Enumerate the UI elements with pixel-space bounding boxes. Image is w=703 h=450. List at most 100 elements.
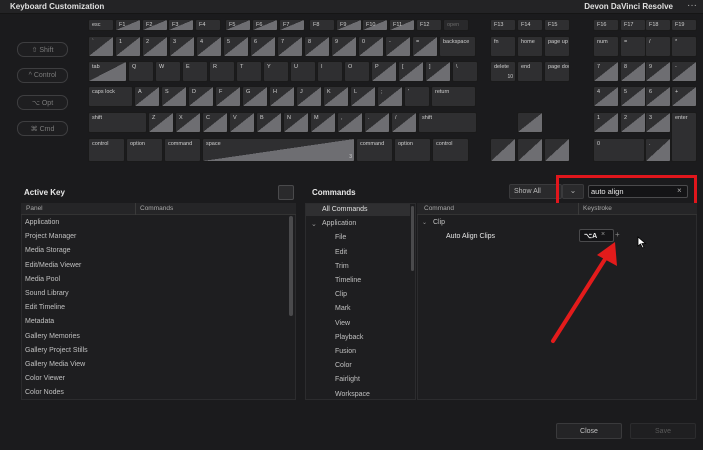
group-chevron-icon[interactable]: ⌄ [422, 219, 427, 226]
key-caps-lock[interactable]: caps lock [88, 86, 133, 107]
key-2[interactable]: 2 [142, 36, 168, 57]
key-symperiod[interactable]: . [364, 112, 390, 133]
key-5[interactable]: 5 [223, 36, 249, 57]
key-num-2-r3[interactable]: 2 [620, 112, 646, 133]
key-delete[interactable]: delete 10 [490, 61, 516, 82]
key-t[interactable]: T [236, 61, 262, 82]
key-p[interactable]: P [371, 61, 397, 82]
more-options-icon[interactable]: ··· [687, 0, 697, 11]
key-page-up[interactable]: page up [544, 36, 570, 57]
key-tab[interactable]: tab [88, 61, 127, 82]
keystroke-column-header[interactable]: Keystroke [583, 205, 612, 212]
tree-item-fairlight[interactable]: Fairlight [335, 376, 360, 383]
key-fn[interactable]: fn [490, 36, 516, 57]
panel-item-project-manager[interactable]: Project Manager [25, 233, 76, 240]
key-0[interactable]: 0 [358, 36, 384, 57]
tree-item-file[interactable]: File [335, 234, 346, 241]
key-c[interactable]: C [202, 112, 228, 133]
key-num-5-r2[interactable]: 5 [620, 86, 646, 107]
commands-column-header[interactable]: Commands [140, 205, 173, 212]
key-e[interactable]: E [182, 61, 208, 82]
preset-dropdown[interactable]: Devon DaVinci Resolve [584, 2, 673, 11]
key-f16[interactable]: F16 [593, 19, 619, 31]
panel-item-media-storage[interactable]: Media Storage [25, 247, 71, 254]
tree-item-all-commands[interactable]: All Commands [322, 206, 368, 213]
tree-item-view[interactable]: View [335, 320, 350, 327]
command-modifier-button[interactable]: ⌘ Cmd [17, 121, 68, 136]
key-sym[interactable]: - [385, 36, 411, 57]
panel-item-metadata[interactable]: Metadata [25, 318, 54, 325]
panel-column-header[interactable]: Panel [26, 205, 43, 212]
key-num-4-r2[interactable]: 4 [593, 86, 619, 107]
key-f10[interactable]: F10 [362, 19, 388, 31]
key-symcomma[interactable]: , [337, 112, 363, 133]
panel-item-gallery-project-stills[interactable]: Gallery Project Stills [25, 347, 88, 354]
key-esc[interactable]: esc [88, 19, 114, 31]
key-v[interactable]: V [229, 112, 255, 133]
key-q[interactable]: Q [128, 61, 154, 82]
key-arrow-right[interactable] [544, 138, 570, 162]
key-z[interactable]: Z [148, 112, 174, 133]
key-num-0[interactable]: 0 [593, 138, 645, 162]
tree-item-workspace[interactable]: Workspace [335, 391, 370, 398]
key-f3[interactable]: F3 [168, 19, 194, 31]
control-modifier-button[interactable]: ^ Control [17, 68, 68, 83]
key-o[interactable]: O [344, 61, 370, 82]
shift-modifier-button[interactable]: ⇧ Shift [17, 42, 68, 57]
key-f19[interactable]: F19 [671, 19, 697, 31]
key-u[interactable]: U [290, 61, 316, 82]
key-num-6-r2[interactable]: 6 [645, 86, 671, 107]
key-symslash[interactable]: / [391, 112, 417, 133]
key-l[interactable]: L [350, 86, 376, 107]
tree-item-fusion[interactable]: Fusion [335, 348, 356, 355]
key-num-enter[interactable]: enter [671, 112, 697, 162]
key-f11[interactable]: F11 [389, 19, 415, 31]
key-s[interactable]: S [161, 86, 187, 107]
key-b[interactable]: B [256, 112, 282, 133]
key-g[interactable]: G [242, 86, 268, 107]
key-r[interactable]: R [209, 61, 235, 82]
key-f14[interactable]: F14 [517, 19, 543, 31]
key-option-bottom-1[interactable]: option [126, 138, 163, 162]
key-1[interactable]: 1 [115, 36, 141, 57]
key-arrow-up[interactable] [517, 112, 543, 133]
panel-item-color-viewer[interactable]: Color Viewer [25, 375, 65, 382]
key-sym[interactable]: ; [377, 86, 403, 107]
key-f[interactable]: F [215, 86, 241, 107]
key-a[interactable]: A [134, 86, 160, 107]
key-f13[interactable]: F13 [490, 19, 516, 31]
panel-item-application[interactable]: Application [25, 219, 59, 226]
key-symbackslash[interactable]: \ [452, 61, 478, 82]
key-command-bottom-4[interactable]: command [356, 138, 393, 162]
key-option-bottom-5[interactable]: option [394, 138, 431, 162]
panel-item-edit-media-viewer[interactable]: Edit/Media Viewer [25, 262, 81, 269]
tree-item-clip[interactable]: Clip [335, 291, 347, 298]
active-key-scrollbar[interactable] [289, 216, 293, 316]
key-home[interactable]: home [517, 36, 543, 57]
key-f5[interactable]: F5 [225, 19, 251, 31]
tree-expand-chevron-icon[interactable]: ⌄ [311, 220, 317, 228]
key-f9[interactable]: F9 [336, 19, 362, 31]
tree-item-color[interactable]: Color [335, 362, 352, 369]
close-button[interactable]: Close [556, 423, 622, 439]
key-shift[interactable]: shift [418, 112, 477, 133]
tree-item-playback[interactable]: Playback [335, 334, 363, 341]
key-f15[interactable]: F15 [544, 19, 570, 31]
key-w[interactable]: W [155, 61, 181, 82]
key-backspace[interactable]: backspace [439, 36, 476, 57]
key-arrow-down[interactable] [517, 138, 543, 162]
key-shift[interactable]: shift [88, 112, 147, 133]
key-num-sym-r2[interactable]: + [671, 86, 697, 107]
key-f6[interactable]: F6 [252, 19, 278, 31]
panel-item-sound-library[interactable]: Sound Library [25, 290, 69, 297]
key-num-sym-2[interactable]: / [645, 36, 671, 57]
panel-item-edit-timeline[interactable]: Edit Timeline [25, 304, 65, 311]
key-command-bottom-2[interactable]: command [164, 138, 201, 162]
group-clip[interactable]: Clip [433, 219, 445, 226]
key-9[interactable]: 9 [331, 36, 357, 57]
key-f17[interactable]: F17 [620, 19, 646, 31]
key-num-1-r3[interactable]: 1 [593, 112, 619, 133]
active-key-swatch[interactable] [278, 185, 294, 200]
key-n[interactable]: N [283, 112, 309, 133]
key-m[interactable]: M [310, 112, 336, 133]
